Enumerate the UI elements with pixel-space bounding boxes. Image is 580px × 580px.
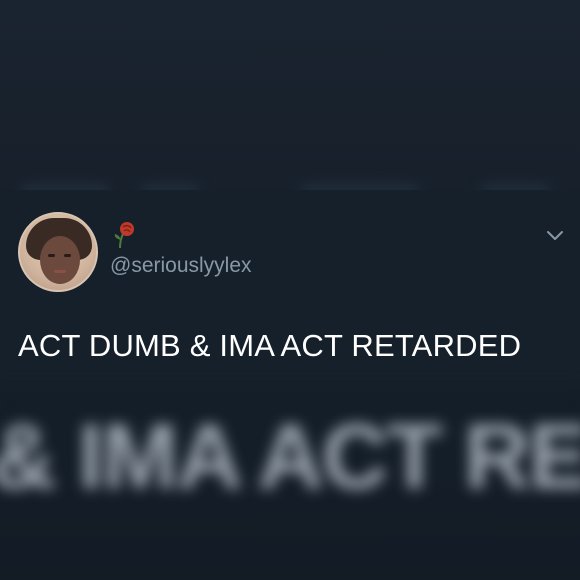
tweet-card[interactable]: @seriouslyylex ACT DUMB & IMA ACT RETARD…: [0, 190, 580, 380]
user-handle[interactable]: @seriouslyylex: [110, 254, 252, 278]
chevron-down-icon[interactable]: [546, 228, 564, 242]
rose-icon: [114, 222, 134, 249]
screenshot-stage: @seriouslyylex ACT DUMB & IMA ACT RETARD…: [0, 0, 580, 580]
tweet-text: ACT DUMB & IMA ACT RETARDED: [18, 328, 522, 363]
blurred-echo-text: & IMA ACT RE: [0, 406, 580, 508]
avatar[interactable]: [18, 212, 98, 292]
